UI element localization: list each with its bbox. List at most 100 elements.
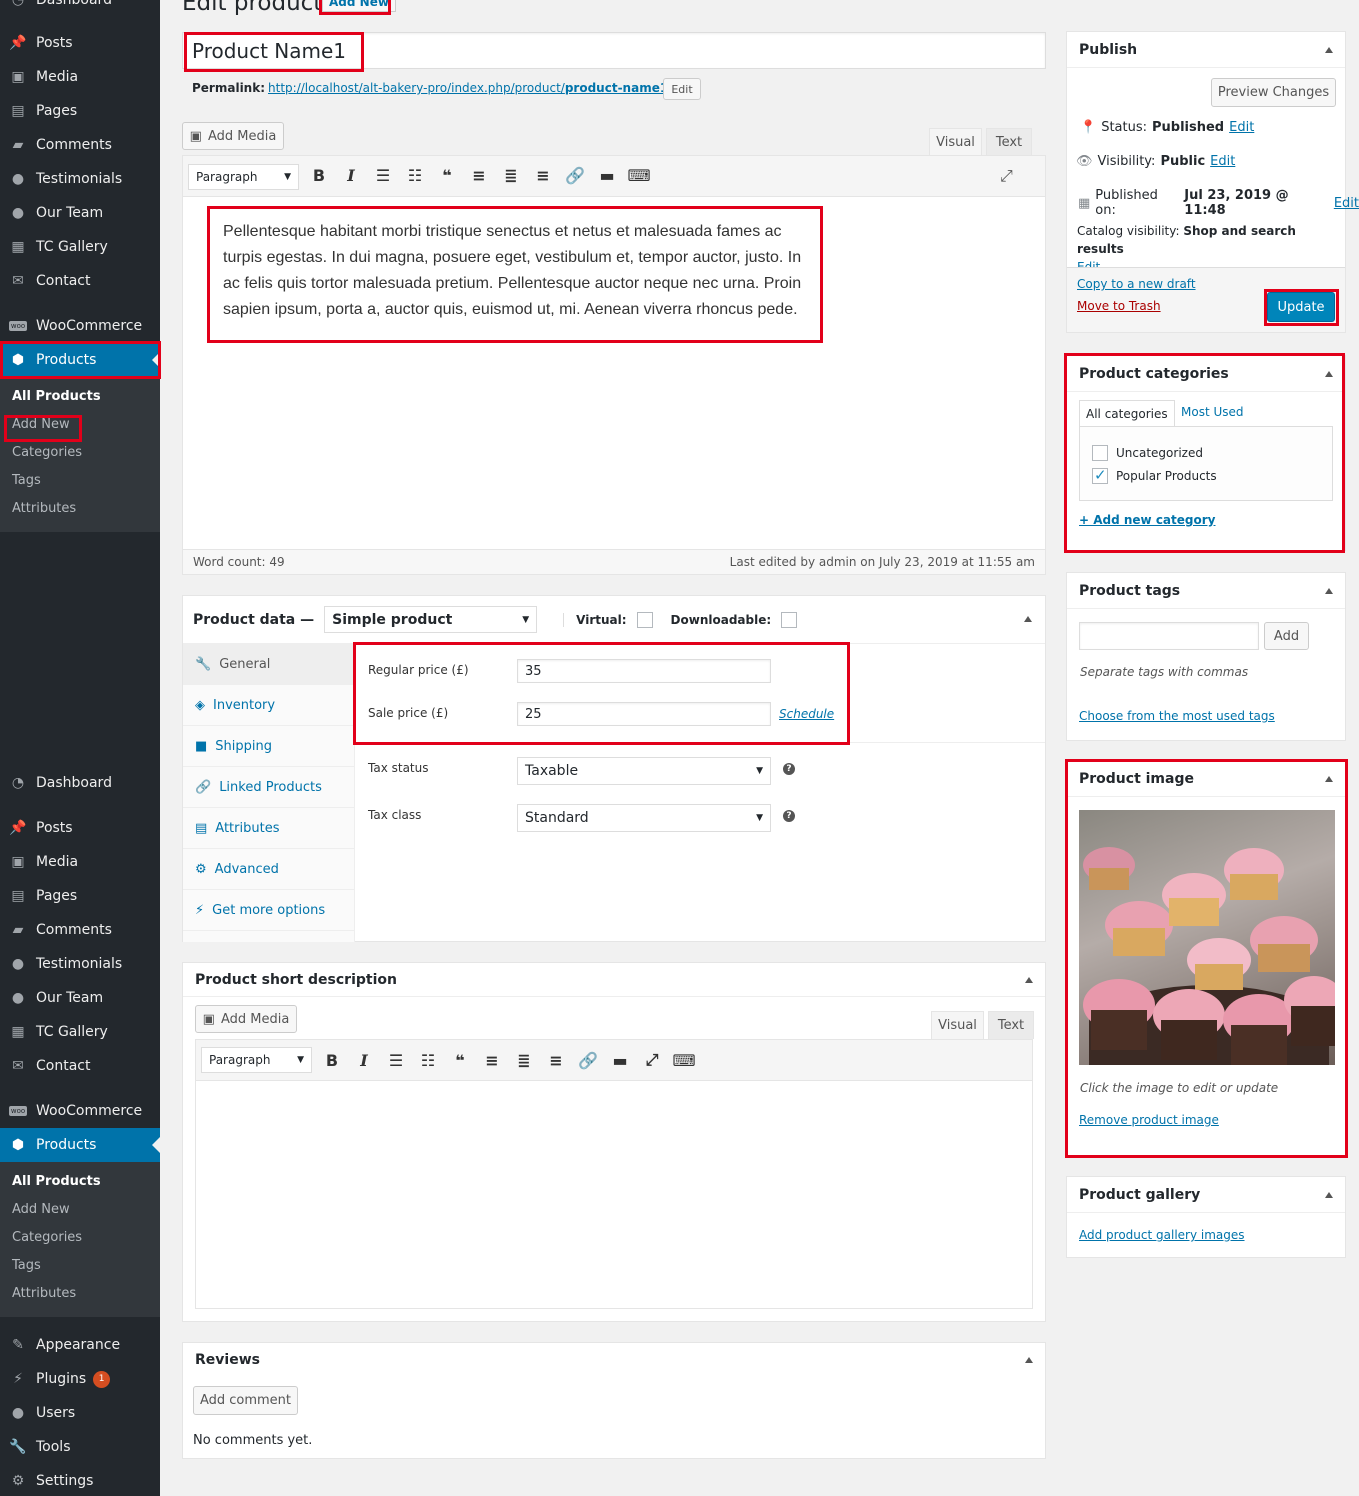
schedule-link[interactable]: Schedule [779, 707, 834, 721]
visibility-edit-link[interactable]: Edit [1210, 154, 1235, 169]
tab-general[interactable]: 🔧 General [183, 644, 355, 685]
editor-content[interactable]: Pellentesque habitant morbi tristique se… [223, 219, 809, 323]
status-edit-link[interactable]: Edit [1229, 120, 1254, 135]
tab-text[interactable]: Text [986, 128, 1032, 156]
submenu-tags[interactable]: Tags [0, 467, 160, 495]
menu-appearance[interactable]: ✎ Appearance [0, 1328, 160, 1362]
collapse-icon[interactable] [1325, 775, 1333, 782]
category-popular-products[interactable]: ✓ Popular Products [1092, 466, 1217, 484]
permalink-link[interactable]: http://localhost/alt-bakery-pro/index.ph… [268, 81, 672, 95]
menu-woocommerce-2[interactable]: woo WooCommerce [0, 1094, 160, 1128]
add-media-button[interactable]: ▣ Add Media [182, 122, 284, 150]
tab-get-more-options[interactable]: ⚡ Get more options [183, 890, 355, 931]
tag-input[interactable] [1079, 622, 1259, 650]
checkbox[interactable] [1092, 445, 1108, 461]
permalink-edit-button[interactable]: Edit [663, 78, 701, 100]
tab-visual[interactable]: Visual [929, 128, 982, 156]
preview-changes-button[interactable]: Preview Changes [1211, 78, 1336, 107]
short-desc-format-select[interactable]: Paragraph ▼ [201, 1047, 312, 1073]
menu-comments-2[interactable]: ▰ Comments [0, 913, 160, 947]
tab-linked-products[interactable]: 🔗 Linked Products [183, 767, 355, 808]
published-edit-link[interactable]: Edit [1334, 196, 1359, 211]
fullscreen-icon[interactable]: ⤢ [1000, 166, 1013, 186]
menu-tc-gallery[interactable]: ▦ TC Gallery [0, 230, 160, 264]
menu-our-team[interactable]: ● Our Team [0, 196, 160, 230]
add-new-button[interactable]: Add New [322, 0, 396, 12]
menu-woocommerce[interactable]: woo WooCommerce [0, 309, 160, 343]
menu-tools[interactable]: 🔧 Tools [0, 1430, 160, 1464]
menu-posts[interactable]: 📌 Posts [0, 26, 160, 60]
tab-most-used[interactable]: Most Used [1181, 405, 1244, 419]
bullet-list-icon[interactable]: ☰ [367, 166, 399, 185]
submenu-add-new[interactable]: Add New [0, 411, 160, 439]
short-desc-tab-visual[interactable]: Visual [931, 1011, 984, 1039]
menu-products-2[interactable]: ⬢ Products [0, 1128, 160, 1162]
remove-image-link[interactable]: Remove product image [1079, 1113, 1219, 1127]
add-category-link[interactable]: + Add new category [1079, 513, 1215, 527]
short-desc-add-media-button[interactable]: ▣ Add Media [195, 1005, 297, 1033]
product-title-input[interactable]: Product Name1 [182, 32, 1046, 69]
collapse-icon[interactable] [1325, 46, 1333, 53]
menu-media[interactable]: ▣ Media [0, 60, 160, 94]
menu-products[interactable]: ⬢ Products [0, 343, 160, 377]
numbered-list-icon[interactable]: ☷ [412, 1051, 444, 1070]
submenu-tags-2[interactable]: Tags [0, 1252, 160, 1280]
add-tag-button[interactable]: Add [1264, 622, 1309, 650]
update-button[interactable]: Update [1267, 292, 1335, 322]
virtual-checkbox[interactable] [636, 611, 653, 628]
bold-icon[interactable]: B [303, 166, 335, 185]
add-gallery-link[interactable]: Add product gallery images [1079, 1228, 1245, 1242]
align-left-icon[interactable]: ≡ [463, 166, 495, 185]
tab-advanced[interactable]: ⚙ Advanced [183, 849, 355, 890]
product-type-select[interactable]: Simple product ▼ [324, 606, 538, 633]
align-center-icon[interactable]: ≣ [495, 166, 527, 185]
collapse-icon[interactable] [1325, 1191, 1333, 1198]
tab-all-categories[interactable]: All categories [1079, 400, 1175, 427]
menu-contact-2[interactable]: ✉ Contact [0, 1049, 160, 1083]
collapse-icon[interactable] [1025, 976, 1033, 983]
add-comment-button[interactable]: Add comment [193, 1386, 298, 1415]
move-to-trash-link[interactable]: Move to Trash [1077, 299, 1161, 313]
italic-icon[interactable]: I [348, 1051, 380, 1070]
align-right-icon[interactable]: ≡ [540, 1051, 572, 1070]
tab-attributes[interactable]: ▤ Attributes [183, 808, 355, 849]
menu-dashboard[interactable]: ◔ Dashboard [0, 0, 160, 17]
link-icon[interactable]: 🔗 [559, 166, 591, 185]
menu-posts-2[interactable]: 📌 Posts [0, 811, 160, 845]
regular-price-input[interactable]: 35 [517, 659, 771, 683]
product-image[interactable] [1079, 810, 1335, 1065]
submenu-add-new-2[interactable]: Add New [0, 1196, 160, 1224]
read-more-icon[interactable]: ▬ [604, 1051, 636, 1070]
format-select[interactable]: Paragraph ▼ [188, 164, 299, 190]
collapse-icon[interactable] [1325, 587, 1333, 594]
menu-tc-gallery-2[interactable]: ▦ TC Gallery [0, 1015, 160, 1049]
submenu-all-products[interactable]: All Products [0, 383, 160, 411]
toolbar-toggle-icon[interactable]: ⌨ [623, 166, 655, 185]
tab-inventory[interactable]: ◈ Inventory [183, 685, 355, 726]
read-more-icon[interactable]: ▬ [591, 166, 623, 185]
menu-users[interactable]: ● Users [0, 1396, 160, 1430]
quote-icon[interactable]: ❝ [444, 1051, 476, 1070]
category-uncategorized[interactable]: Uncategorized [1092, 445, 1203, 461]
tax-class-select[interactable]: Standard ▼ [517, 804, 771, 832]
collapse-icon[interactable] [1325, 370, 1333, 377]
short-desc-tab-text[interactable]: Text [988, 1011, 1034, 1039]
menu-media-2[interactable]: ▣ Media [0, 845, 160, 879]
bold-icon[interactable]: B [316, 1051, 348, 1070]
collapse-icon[interactable] [1025, 1357, 1033, 1363]
menu-testimonials-2[interactable]: ● Testimonials [0, 947, 160, 981]
submenu-all-products-2[interactable]: All Products [0, 1168, 160, 1196]
menu-plugins[interactable]: ⚡ Plugins 1 [0, 1362, 160, 1396]
submenu-categories[interactable]: Categories [0, 439, 160, 467]
menu-our-team-2[interactable]: ● Our Team [0, 981, 160, 1015]
menu-testimonials[interactable]: ● Testimonials [0, 162, 160, 196]
bullet-list-icon[interactable]: ☰ [380, 1051, 412, 1070]
align-right-icon[interactable]: ≡ [527, 166, 559, 185]
collapse-icon[interactable] [1024, 616, 1032, 622]
choose-tags-link[interactable]: Choose from the most used tags [1079, 709, 1275, 723]
align-center-icon[interactable]: ≣ [508, 1051, 540, 1070]
menu-pages-2[interactable]: ▤ Pages [0, 879, 160, 913]
downloadable-checkbox[interactable] [781, 611, 798, 628]
tax-status-select[interactable]: Taxable ▼ [517, 757, 771, 785]
link-icon[interactable]: 🔗 [572, 1051, 604, 1070]
